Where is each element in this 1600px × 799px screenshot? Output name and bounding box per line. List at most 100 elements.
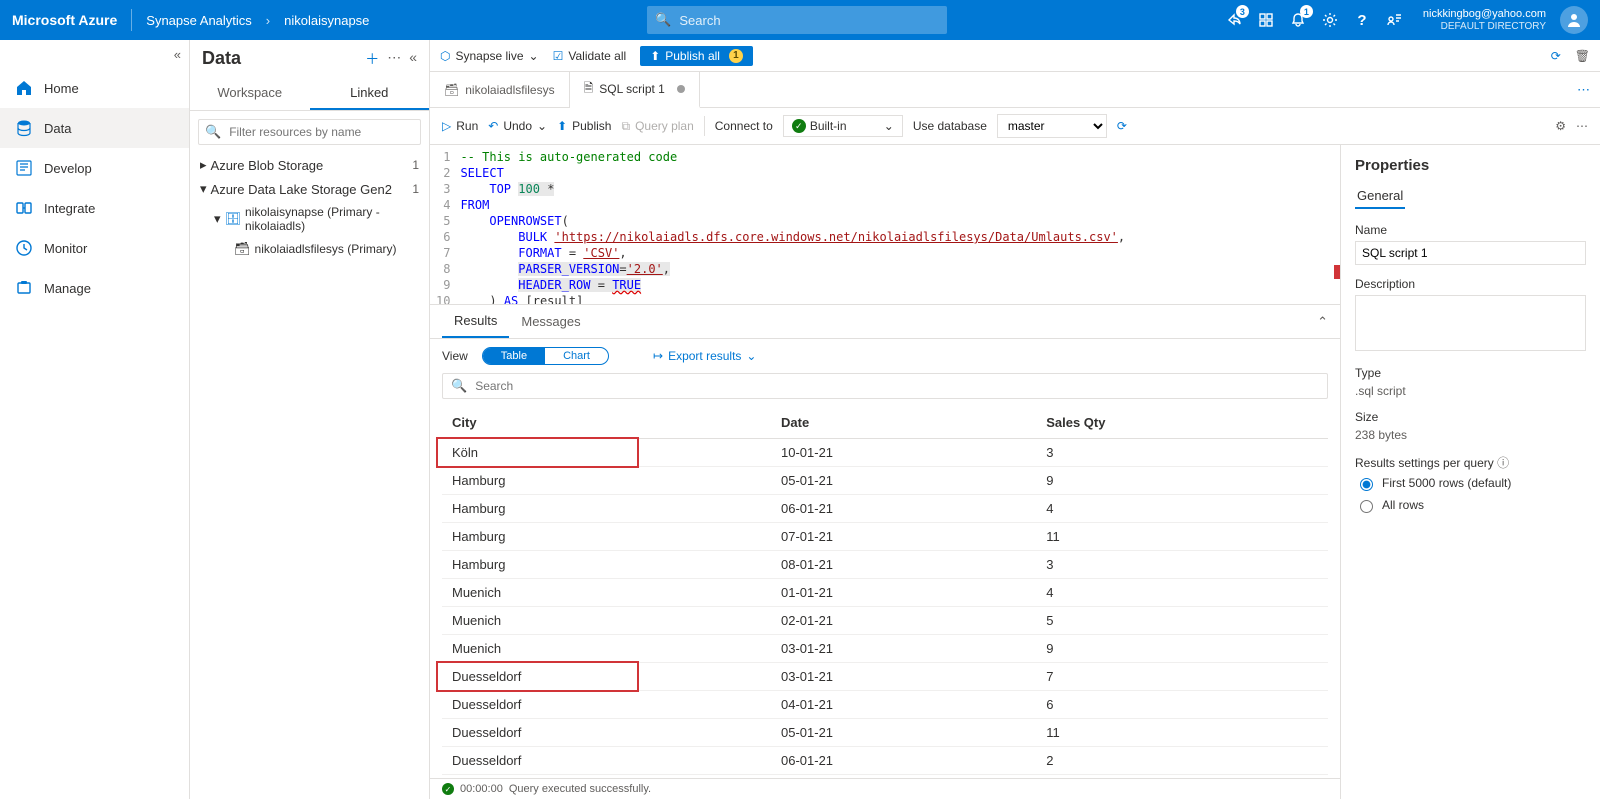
results-table: City Date Sales Qty Köln10-01-213Hamburg… <box>442 407 1328 775</box>
code-editor[interactable]: 1234567891011 -- This is auto-generated … <box>430 145 1340 305</box>
tree-synapse[interactable]: ▾ 🗄 nikolaisynapse (Primary - nikolaiadl… <box>190 201 429 237</box>
manage-icon <box>14 278 34 298</box>
top-toolbar: ⬡ Synapse live ⌄ ☑ Validate all ⬆ Publis… <box>430 40 1600 72</box>
name-input[interactable] <box>1355 241 1586 265</box>
run-button[interactable]: ▷Run <box>442 119 478 133</box>
share-icon[interactable]: 3 <box>1225 11 1243 29</box>
col-city[interactable]: City <box>442 407 771 439</box>
tab-workspace[interactable]: Workspace <box>190 77 310 110</box>
tab-linked[interactable]: Linked <box>310 77 430 110</box>
nav-manage[interactable]: Manage <box>0 268 189 308</box>
col-qty[interactable]: Sales Qty <box>1036 407 1328 439</box>
tab-filesys[interactable]: 🗃 nikolaiadlsfilesys <box>430 72 570 107</box>
data-title: Data <box>202 48 365 69</box>
breadcrumb-service[interactable]: Synapse Analytics <box>146 13 252 28</box>
radio-all[interactable]: All rows <box>1355 497 1586 513</box>
tree-blob[interactable]: ▸ Azure Blob Storage 1 <box>190 153 429 177</box>
synapse-live-button[interactable]: ⬡ Synapse live ⌄ <box>440 49 539 63</box>
nav-home[interactable]: Home <box>0 68 189 108</box>
user-block[interactable]: nickkingbog@yahoo.com DEFAULT DIRECTORY <box>1423 8 1546 31</box>
monitor-icon <box>14 238 34 258</box>
table-row[interactable]: Muenich01-01-214 <box>442 579 1328 607</box>
feedback-icon[interactable] <box>1385 11 1403 29</box>
nav-monitor[interactable]: Monitor <box>0 228 189 268</box>
type-value: .sql script <box>1355 384 1586 398</box>
gear-icon[interactable] <box>1321 11 1339 29</box>
table-row[interactable]: Muenich03-01-219 <box>442 635 1328 663</box>
top-bar: Microsoft Azure Synapse Analytics › niko… <box>0 0 1600 40</box>
tabs-more-button[interactable]: ⋯ <box>1567 72 1600 107</box>
tree-adls[interactable]: ▾ Azure Data Lake Storage Gen2 1 <box>190 177 429 201</box>
refresh-db-button[interactable]: ⟳ <box>1117 119 1127 133</box>
publish-script-button[interactable]: ⬆Publish <box>557 119 611 133</box>
more-icon[interactable]: ⋯ <box>1576 119 1588 133</box>
filter-box[interactable]: 🔍 <box>198 119 421 145</box>
nav-integrate[interactable]: Integrate <box>0 188 189 228</box>
global-search[interactable]: 🔍 <box>647 6 947 34</box>
collapse-results-button[interactable]: ⌃ <box>1317 314 1328 330</box>
discard-button[interactable]: 🗑 <box>1575 49 1590 63</box>
results-settings-label: Results settings per query ⓘ <box>1355 454 1586 471</box>
more-button[interactable]: ⋯ <box>387 49 401 69</box>
table-row[interactable]: Köln10-01-213 <box>442 439 1328 467</box>
refresh-button[interactable]: ⟳ <box>1551 49 1561 63</box>
view-label: View <box>442 349 468 363</box>
view-toggle[interactable]: Table Chart <box>482 347 609 365</box>
tab-messages[interactable]: Messages <box>509 306 592 337</box>
upload-icon: ⬆ <box>557 119 567 133</box>
undo-button[interactable]: ↶Undo⌄ <box>488 119 547 133</box>
table-row[interactable]: Hamburg05-01-219 <box>442 467 1328 495</box>
table-row[interactable]: Duesseldorf06-01-212 <box>442 747 1328 775</box>
develop-icon <box>14 158 34 178</box>
tab-results[interactable]: Results <box>442 305 509 338</box>
nav-data[interactable]: Data <box>0 108 189 148</box>
radio-5000[interactable]: First 5000 rows (default) <box>1355 475 1586 491</box>
brand: Microsoft Azure <box>12 12 117 28</box>
avatar[interactable] <box>1560 6 1588 34</box>
undo-icon: ↶ <box>488 119 498 133</box>
info-icon[interactable]: ⓘ <box>1497 456 1509 470</box>
export-button[interactable]: ↦ Export results ⌄ <box>653 349 756 363</box>
breadcrumb-workspace[interactable]: nikolaisynapse <box>284 13 369 28</box>
global-search-input[interactable] <box>677 12 939 29</box>
nav-develop[interactable]: Develop <box>0 148 189 188</box>
directory-icon[interactable] <box>1257 11 1275 29</box>
status-msg: Query executed successfully. <box>509 783 651 795</box>
collapse-nav-button[interactable]: « <box>0 40 189 68</box>
toggle-chart[interactable]: Chart <box>545 348 608 364</box>
database-icon <box>14 118 34 138</box>
col-date[interactable]: Date <box>771 407 1036 439</box>
settings-icon[interactable]: ⚙ <box>1555 119 1566 133</box>
collapse-data-button[interactable]: « <box>409 49 417 69</box>
size-value: 238 bytes <box>1355 428 1586 442</box>
validate-button[interactable]: ☑ Validate all <box>553 49 627 63</box>
usedb-select[interactable]: master <box>997 114 1107 138</box>
results-search-input[interactable] <box>473 378 1319 394</box>
results-search[interactable]: 🔍 <box>442 373 1328 399</box>
status-bar: ✓ 00:00:00 Query executed successfully. <box>430 778 1340 799</box>
table-row[interactable]: Duesseldorf03-01-217 <box>442 663 1328 691</box>
connect-select[interactable]: ✓Built-in⌄ <box>783 115 903 137</box>
desc-label: Description <box>1355 277 1586 291</box>
table-row[interactable]: Hamburg07-01-2111 <box>442 523 1328 551</box>
toggle-table[interactable]: Table <box>483 348 545 364</box>
tab-general[interactable]: General <box>1355 184 1405 209</box>
help-icon[interactable]: ? <box>1353 11 1371 29</box>
publish-button[interactable]: ⬆ Publish all 1 <box>640 46 753 66</box>
filter-input[interactable] <box>227 124 414 140</box>
search-icon: 🔍 <box>451 378 467 394</box>
table-row[interactable]: Duesseldorf04-01-216 <box>442 691 1328 719</box>
tab-sql-script[interactable]: 🗎 SQL script 1 <box>570 72 700 108</box>
table-row[interactable]: Duesseldorf05-01-2111 <box>442 719 1328 747</box>
table-row[interactable]: Hamburg08-01-213 <box>442 551 1328 579</box>
query-plan-button[interactable]: ⧉Query plan <box>621 119 693 134</box>
tree-filesys[interactable]: 🗃 nikolaiadlsfilesys (Primary) <box>190 237 429 261</box>
action-bar: ▷Run ↶Undo⌄ ⬆Publish ⧉Query plan Connect… <box>430 108 1600 145</box>
table-row[interactable]: Muenich02-01-215 <box>442 607 1328 635</box>
bell-icon[interactable]: 1 <box>1289 11 1307 29</box>
desc-input[interactable] <box>1355 295 1586 351</box>
add-button[interactable]: ＋ <box>365 49 379 69</box>
table-row[interactable]: Hamburg06-01-214 <box>442 495 1328 523</box>
search-icon: 🔍 <box>205 124 221 140</box>
properties-panel: Properties General Name Description Type… <box>1340 145 1600 799</box>
